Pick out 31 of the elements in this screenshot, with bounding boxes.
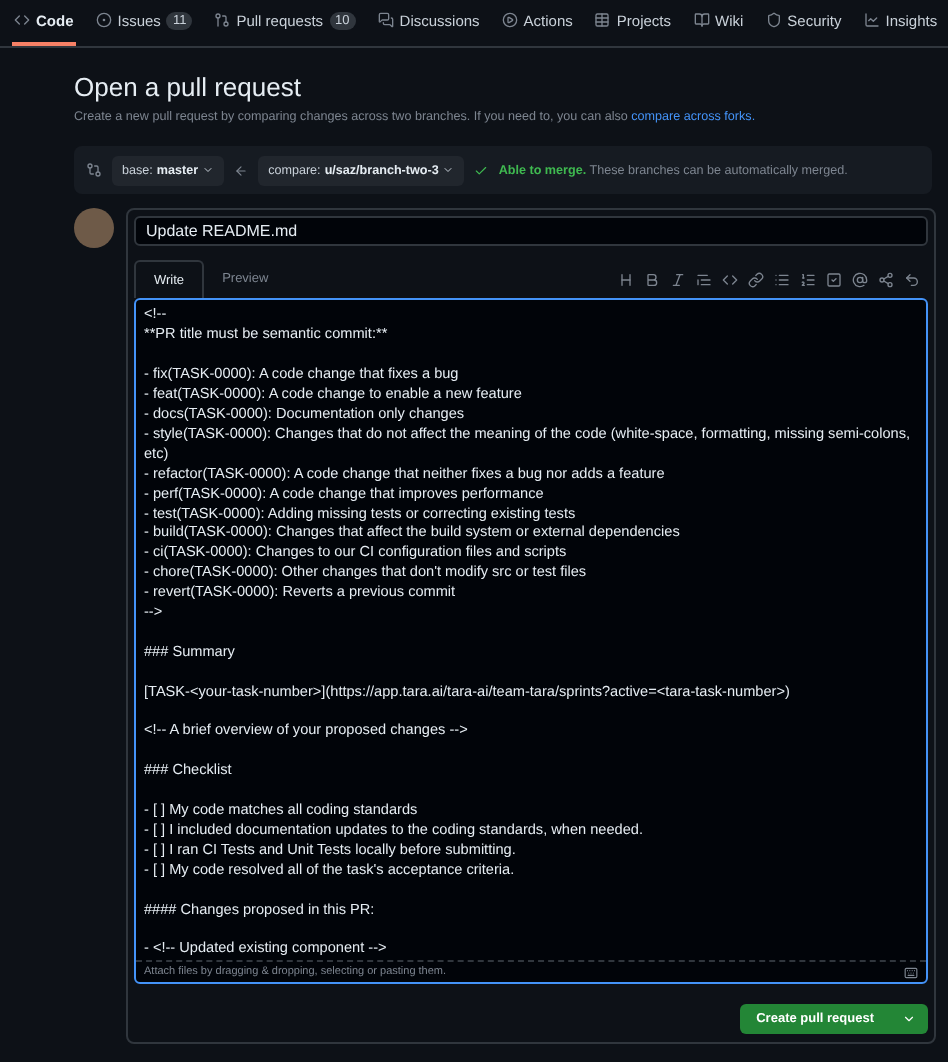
table-icon	[594, 12, 611, 29]
compare-icon	[86, 162, 102, 179]
undo-icon[interactable]	[904, 272, 920, 289]
italic-icon[interactable]	[670, 272, 686, 289]
reference-icon[interactable]	[878, 272, 894, 289]
heading-icon[interactable]	[618, 272, 634, 289]
page-heading: Open a pull request	[74, 72, 303, 104]
bold-icon[interactable]	[644, 272, 660, 289]
line-graph-icon	[863, 12, 880, 29]
play-circle-icon	[501, 12, 518, 29]
link-icon[interactable]	[748, 272, 764, 289]
bullet-list-icon[interactable]	[774, 272, 790, 289]
book-icon	[693, 12, 709, 29]
caret-icon	[202, 164, 215, 177]
circle-dot-icon	[95, 12, 112, 29]
title-field[interactable]: Update README.md	[134, 216, 928, 247]
speech-bubbles-icon	[377, 12, 394, 29]
avatar	[74, 208, 114, 249]
pull-request-icon	[214, 12, 231, 29]
code-icon[interactable]	[722, 272, 738, 289]
mention-icon[interactable]	[852, 272, 868, 289]
code-icon	[14, 12, 30, 29]
caret-icon[interactable]	[902, 1012, 916, 1027]
shield-icon	[765, 12, 782, 29]
quote-icon[interactable]	[696, 272, 712, 289]
markdown-icon	[904, 965, 918, 980]
check-icon	[474, 163, 489, 178]
checkbox-icon[interactable]	[826, 272, 842, 289]
arrow-left-icon	[234, 163, 249, 178]
numbered-list-icon[interactable]	[800, 272, 816, 289]
caret-icon	[442, 164, 455, 177]
